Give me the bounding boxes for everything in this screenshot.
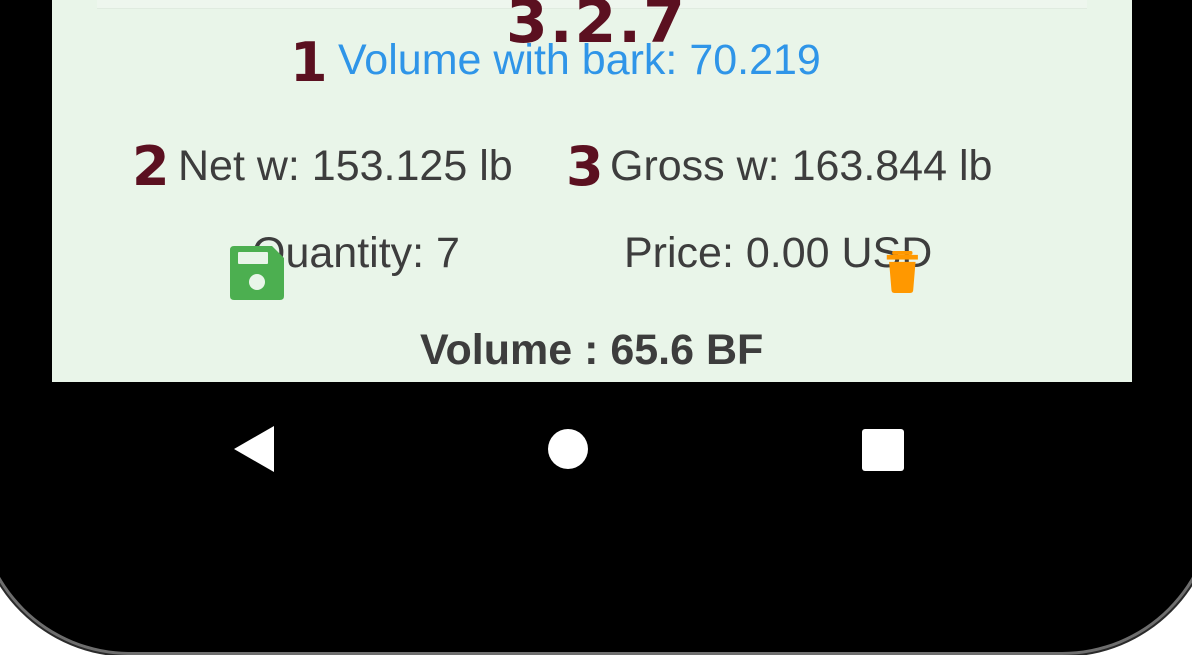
callout-marker-1: 1 <box>290 31 328 94</box>
android-navigation-bar <box>52 382 1132 522</box>
floppy-disk-save-icon[interactable] <box>230 246 284 300</box>
callout-marker-2: 2 <box>132 135 170 198</box>
gross-weight-value: Gross w: 163.844 lb <box>610 142 993 190</box>
volume-with-bark-value: Volume with bark: 70.219 <box>338 36 821 84</box>
volume-total: Volume : 65.6 BF <box>420 326 764 374</box>
back-triangle-icon[interactable] <box>234 426 280 472</box>
phone-frame: 3.2.7 Volume with bark: 70.219 1 2 Net w… <box>0 0 1192 652</box>
net-weight-value: Net w: 153.125 lb <box>178 142 513 190</box>
trash-delete-icon[interactable] <box>886 246 928 298</box>
callout-marker-3: 3 <box>566 135 604 198</box>
home-circle-icon[interactable] <box>547 428 589 470</box>
app-screen: 3.2.7 Volume with bark: 70.219 1 2 Net w… <box>52 0 1132 382</box>
recent-apps-square-icon[interactable] <box>862 429 904 471</box>
